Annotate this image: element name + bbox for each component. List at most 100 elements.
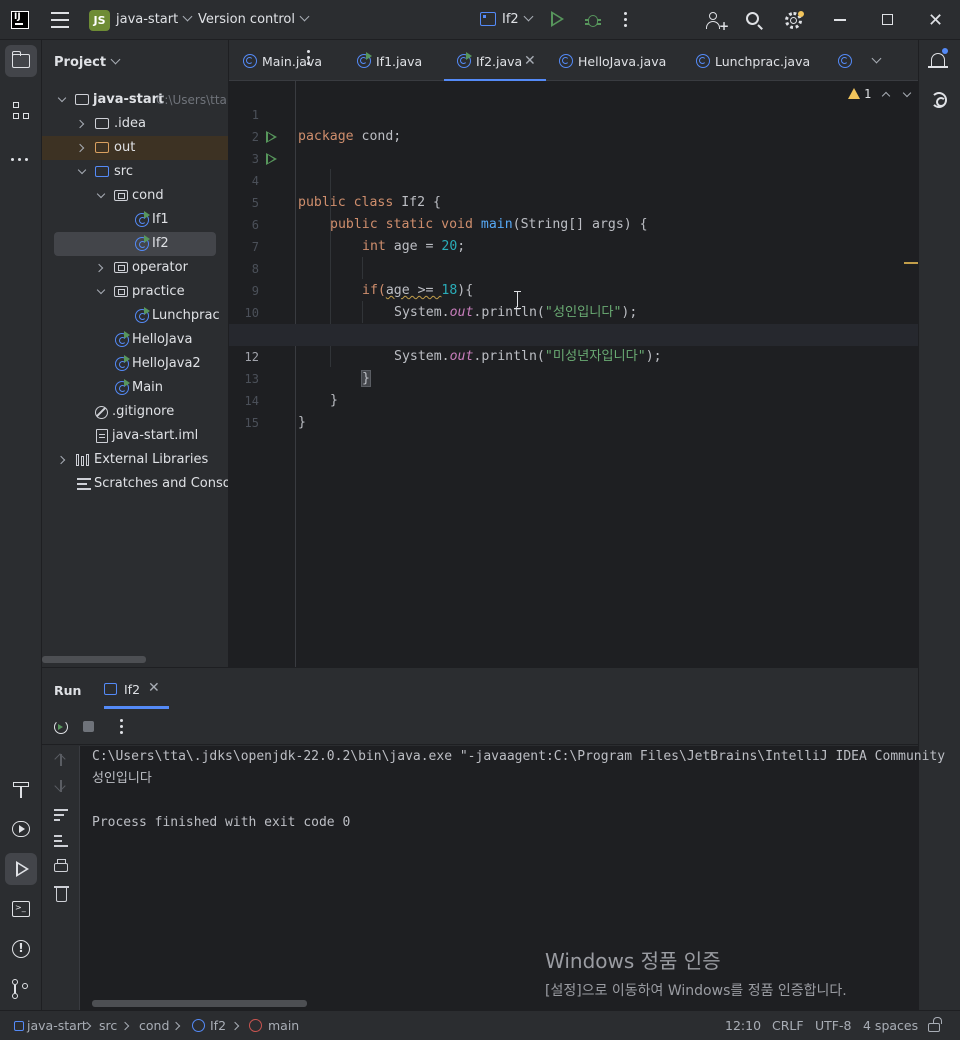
notifications-bell-icon[interactable] [928,48,948,68]
collapse-arrow-icon[interactable] [75,143,85,153]
collapse-arrow-icon[interactable] [56,455,66,465]
services-tool-button[interactable] [5,813,37,845]
trash-icon[interactable] [54,886,69,902]
maximize-button[interactable] [882,14,893,25]
read-only-lock-icon[interactable] [928,1017,942,1032]
settings-gear-icon[interactable] [784,11,804,31]
project-horizontal-scrollbar[interactable] [42,656,146,663]
tree-item-external-libraries[interactable]: External Libraries [42,448,228,472]
more-tools-button[interactable] [5,136,37,168]
run-tab-if2[interactable]: If2 ✕ [104,668,169,709]
tree-item-label: src [114,164,133,179]
tree-item-practice[interactable]: practice [42,280,228,304]
expand-arrow-icon[interactable] [96,285,106,295]
package-icon [114,190,128,201]
tree-item-if1[interactable]: If1 [42,208,228,232]
tree-item-idea[interactable]: .idea [42,112,228,136]
mouse-text-cursor [514,291,521,309]
class-icon [192,1019,205,1032]
more-actions-icon[interactable] [624,12,628,30]
tree-item-lunchprac[interactable]: Lunchprac [42,304,228,328]
tree-item-cond[interactable]: cond [42,184,228,208]
collapse-arrow-icon[interactable] [94,263,104,273]
tree-item-root[interactable]: java-start C:\Users\tta [42,88,228,112]
git-tool-button[interactable] [5,973,37,1005]
project-panel-title[interactable]: Project [54,54,121,70]
caret-position[interactable]: 12:10 [725,1018,761,1033]
file-encoding[interactable]: UTF-8 [815,1018,851,1033]
project-badge[interactable]: JS [89,10,110,31]
minimize-button[interactable] [834,19,846,21]
tree-item-hellojava2[interactable]: HelloJava2 [42,352,228,376]
project-selector[interactable]: java-start [116,11,193,27]
tree-item-main[interactable]: Main [42,376,228,400]
structure-tool-button[interactable] [5,96,37,128]
version-control-menu[interactable]: Version control [198,11,310,27]
tree-item-if2[interactable]: If2 [42,232,228,256]
breadcrumb-src[interactable]: src [99,1018,117,1033]
close-tab-icon[interactable]: ✕ [148,680,160,696]
tab-lunchprac-java[interactable]: Lunchprac.java [696,40,826,81]
tree-item-src[interactable]: src [42,160,228,184]
terminal-tool-button[interactable]: >_ [5,893,37,925]
expand-arrow-icon[interactable] [57,93,67,103]
editor-tab-bar: Main.java If1.java If2.java ✕ HelloJava.… [229,40,918,83]
line-ending[interactable]: CRLF [772,1018,804,1033]
expand-arrow-icon[interactable] [96,189,106,199]
expand-arrow-icon[interactable] [77,165,87,175]
indent-setting[interactable]: 4 spaces [863,1018,918,1033]
run-tool-button[interactable] [5,853,37,885]
collapse-arrow-icon[interactable] [75,119,85,129]
stop-icon[interactable] [83,721,94,732]
tree-item-gitignore[interactable]: .gitignore [42,400,228,424]
arrow-up-icon[interactable] [54,753,68,767]
breadcrumb-cond[interactable]: cond [139,1018,169,1033]
arrow-down-icon[interactable] [54,779,68,793]
tab-main-java[interactable]: Main.java [243,40,343,81]
code-editor[interactable]: 1 package cond; 2 3 public class If2 { 4… [229,81,918,667]
print-icon[interactable] [54,859,68,872]
tree-item-scratches[interactable]: Scratches and Consoles [42,472,228,496]
ai-assistant-icon[interactable] [931,92,947,108]
gutter-run-icon[interactable] [266,153,277,165]
tab-options-icon[interactable] [307,50,310,68]
debug-button[interactable] [585,12,601,28]
code-line-current: 12 } [229,324,918,387]
runnable-class-icon [115,331,130,347]
runnable-class-icon [457,52,472,68]
tab-if1-java[interactable]: If1.java [357,40,449,81]
main-menu-icon[interactable] [51,12,69,28]
tab-hellojava-java[interactable]: HelloJava.java [559,40,684,81]
search-icon[interactable] [745,11,765,31]
rerun-icon[interactable] [54,720,68,734]
tab-if2-java[interactable]: If2.java ✕ [444,40,546,83]
soft-wrap-icon[interactable] [54,809,68,823]
tab-list-dropdown[interactable] [867,53,882,69]
intellij-logo-icon[interactable]: IJ [11,11,29,29]
breadcrumb-chevron-icon [120,1021,130,1031]
run-toolbar [42,709,918,745]
status-bar: java-start src cond If2 main 12:10 CRLF … [0,1010,960,1040]
more-options-icon[interactable] [120,719,123,737]
console-horizontal-scrollbar[interactable] [92,1000,307,1007]
breadcrumb-if2[interactable]: If2 [210,1018,226,1033]
tree-item-iml[interactable]: java-start.iml [42,424,228,448]
error-stripe-warning-mark[interactable] [904,262,918,264]
tree-item-out[interactable]: out [42,136,228,160]
tab-overflow-partial[interactable] [838,40,858,81]
close-tab-icon[interactable]: ✕ [524,40,536,83]
tree-item-operator[interactable]: operator [42,256,228,280]
add-user-icon[interactable]: + [705,11,729,33]
run-button[interactable] [551,11,564,27]
build-tool-button[interactable] [5,773,37,805]
breadcrumb-main[interactable]: main [268,1018,299,1033]
gutter-run-icon[interactable] [266,131,277,143]
inspection-widget[interactable]: 1 [848,87,871,101]
breadcrumb-java-start[interactable]: java-start [27,1018,87,1033]
problems-tool-button[interactable]: ! [5,933,37,965]
tree-item-hellojava[interactable]: HelloJava [42,328,228,352]
project-tool-button[interactable] [5,45,37,77]
scroll-to-end-icon[interactable] [54,835,68,849]
close-window-button[interactable]: ✕ [928,10,943,31]
run-configuration-selector[interactable]: If2 [502,11,534,27]
